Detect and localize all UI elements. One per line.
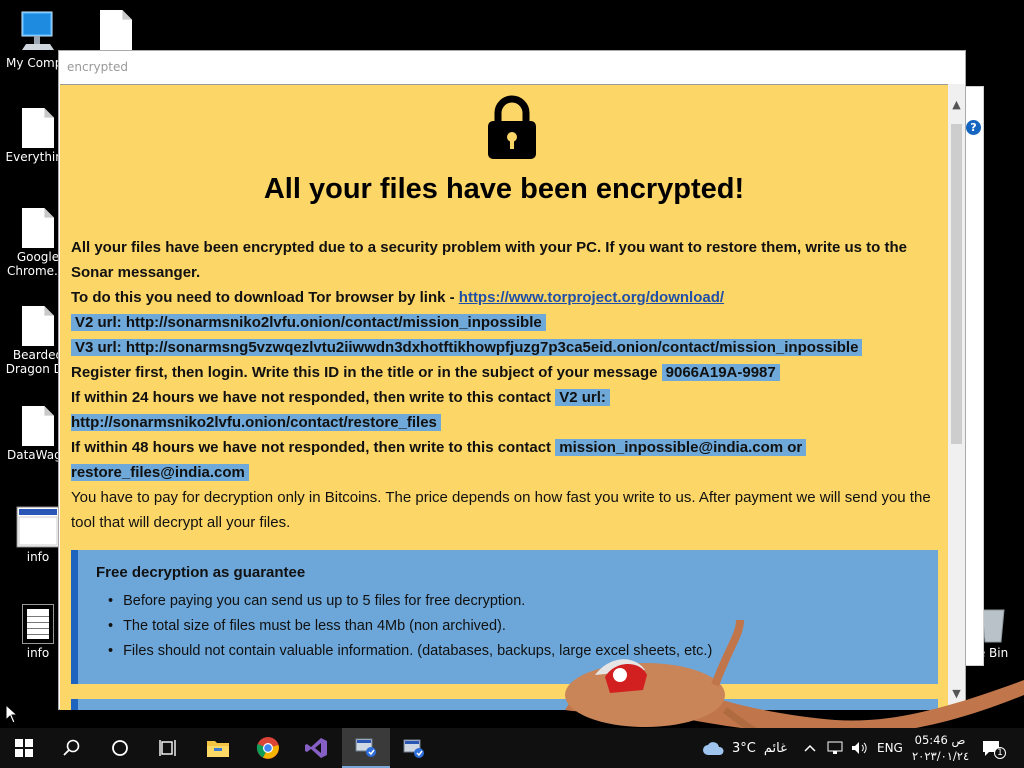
victim-id[interactable]: 9066A19A-9987 [661,364,780,381]
mouse-cursor-icon [5,704,19,724]
file-icon [100,10,132,50]
scroll-up-arrow-icon[interactable]: ▲ [948,96,965,113]
contact-24h-url[interactable]: http://sonarmsniko2lvfu.onion/contact/re… [71,414,441,431]
intro-paragraph: All your files have been encrypted due t… [71,239,907,281]
weather-temperature: 3°C [732,740,756,756]
hta-app-icon [403,739,424,758]
volume-control[interactable] [851,728,869,768]
file-explorer-taskbar-button[interactable] [194,728,242,768]
notification-count: 1 [994,747,1006,759]
chrome-icon [256,737,279,759]
start-button[interactable] [0,728,48,768]
cloud-icon [703,742,724,755]
scroll-thumb[interactable] [951,124,962,444]
show-hidden-icons[interactable] [804,728,816,768]
contact-24h-label[interactable]: V2 url: [555,389,610,406]
task-view-button[interactable] [144,728,192,768]
window-title: encrypted [67,60,128,74]
desktop-icon-file[interactable] [78,10,154,52]
v2-url[interactable]: V2 url: http://sonarmsniko2lvfu.onion/co… [71,314,546,331]
chevron-up-icon [804,744,816,752]
ransom-instructions: All your files have been encrypted due t… [71,235,941,535]
network-icon [827,741,843,754]
visual-studio-icon [305,738,327,758]
network-status[interactable] [827,728,843,768]
file-icon [22,208,54,248]
windows-logo-icon [15,739,33,757]
visual-studio-taskbar-button[interactable] [292,728,340,768]
v3-url[interactable]: V3 url: http://sonarmsng5vzwqezlvtu2iiww… [71,339,863,356]
hta-app-icon [355,738,376,757]
contact-24h-instruction: If within 24 hours we have not responded… [71,389,552,406]
hta-taskbar-button-2[interactable] [390,728,438,768]
guarantee-title: Free decryption as guarantee [96,564,306,581]
file-icon [22,306,54,346]
clock-time: 05:46 ص [914,733,966,747]
window-icon [16,506,60,548]
list-item: Before paying you can send us up to 5 fi… [108,589,920,614]
input-language[interactable]: ENG [877,728,903,768]
computer-icon [21,11,54,50]
bearded-dragon-image [565,619,1024,740]
contact-48h-email-1[interactable]: mission_inpossible@india.com or [555,439,807,456]
folder-icon [207,741,229,757]
search-icon [63,739,80,756]
contact-48h-email-2[interactable]: restore_files@india.com [71,464,249,481]
help-icon[interactable]: ? [966,120,981,135]
weather-condition: غائم [763,740,787,756]
text-file-icon [22,604,54,644]
padlock-icon [488,95,536,159]
payment-paragraph: You have to pay for decryption only in B… [71,489,931,531]
language-indicator: ENG [877,741,903,755]
ransom-note-window[interactable]: encrypted All your files have been encry… [58,50,966,710]
taskbar: 3°C غائم ENG 05:46 ص ٢٠٢٣/٠١/٢٤ 1 [0,728,1024,768]
task-view-icon [159,740,176,756]
clock-date: ٢٠٢٣/٠١/٢٤ [912,749,970,763]
weather-widget[interactable]: 3°C غائم [702,728,787,768]
search-button[interactable] [48,728,96,768]
chrome-taskbar-button[interactable] [244,728,292,768]
speaker-icon [852,742,867,754]
action-center-button[interactable]: 1 [982,728,1006,768]
cortana-button[interactable] [96,728,144,768]
file-icon [22,108,54,148]
tor-instruction: To do this you need to download Tor brow… [71,289,459,306]
register-instruction: Register first, then login. Write this I… [71,364,658,381]
file-icon [22,406,54,446]
page-title: All your files have been encrypted! [263,173,745,205]
window-titlebar[interactable]: encrypted [59,51,965,83]
hta-taskbar-button-1[interactable] [342,728,390,768]
cortana-circle-icon [112,740,128,756]
system-clock[interactable]: 05:46 ص ٢٠٢٣/٠١/٢٤ [912,732,970,764]
tor-download-link[interactable]: https://www.torproject.org/download/ [459,289,724,306]
contact-48h-instruction: If within 48 hours we have not responded… [71,439,552,456]
